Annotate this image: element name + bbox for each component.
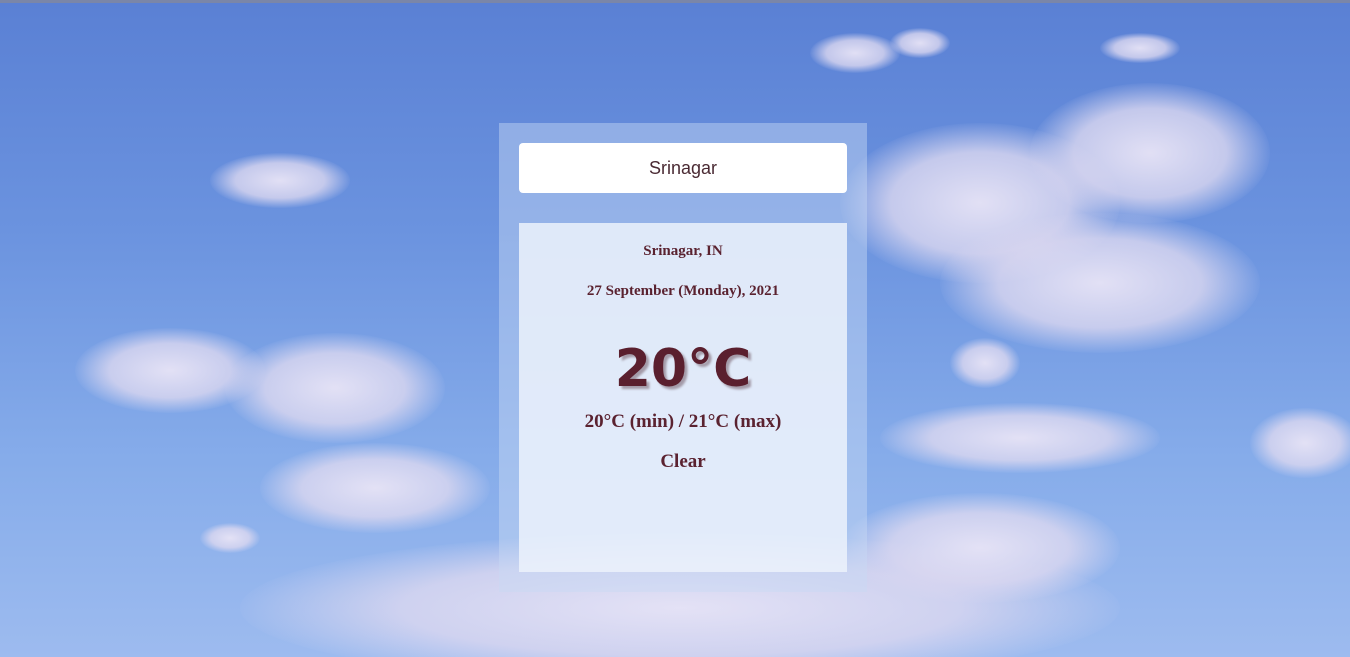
- cloud: [1250, 408, 1350, 478]
- cloud: [225, 333, 445, 443]
- cloud: [260, 443, 490, 533]
- cloud: [940, 213, 1260, 353]
- cloud: [810, 33, 900, 73]
- weather-panel: Srinagar, IN 27 September (Monday), 2021…: [499, 123, 867, 592]
- cloud: [840, 493, 1120, 603]
- cloud: [1030, 83, 1270, 223]
- cloud: [950, 338, 1020, 388]
- date-label: 27 September (Monday), 2021: [586, 283, 780, 299]
- cloud: [890, 28, 950, 58]
- cloud: [1100, 33, 1180, 63]
- city-search-input[interactable]: [519, 143, 847, 193]
- location-label: Srinagar, IN: [643, 243, 723, 259]
- weather-condition: Clear: [660, 451, 706, 472]
- cloud: [210, 153, 350, 208]
- cloud: [880, 403, 1160, 473]
- current-temperature: 20°C: [614, 339, 752, 399]
- weather-card: Srinagar, IN 27 September (Monday), 2021…: [519, 223, 847, 572]
- cloud: [200, 523, 260, 553]
- min-max-temperature: 20°C (min) / 21°C (max): [584, 411, 782, 432]
